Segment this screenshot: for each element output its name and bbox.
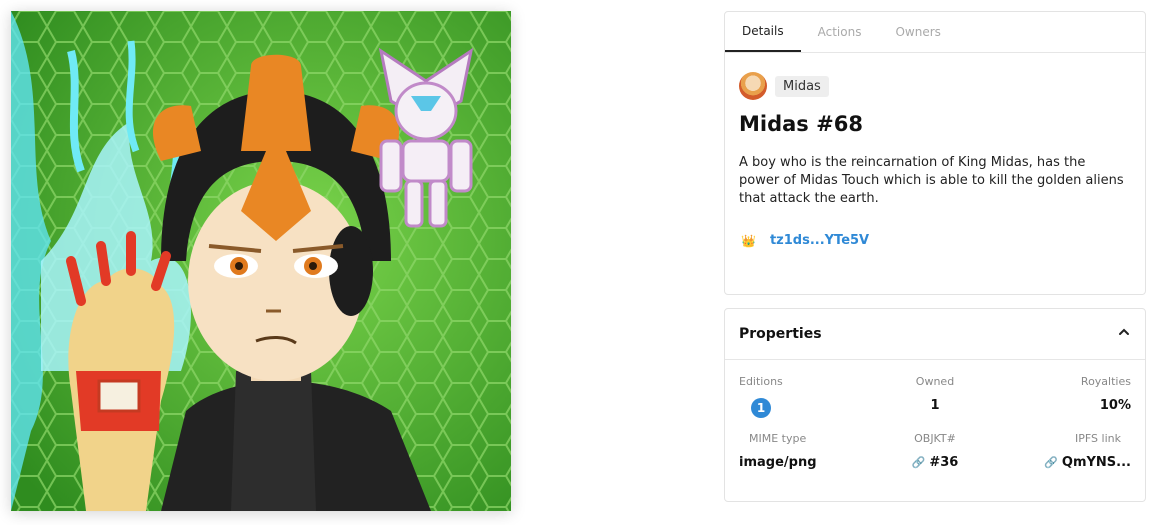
owner-address-link[interactable]: tz1ds...YTe5V (770, 233, 869, 248)
creator-avatar[interactable] (739, 72, 767, 100)
properties-title: Properties (739, 326, 822, 342)
owner: 👑 tz1ds...YTe5V (741, 233, 869, 248)
objkt-value[interactable]: #36 (929, 455, 958, 470)
royalties-cell: Royalties 10% (1002, 375, 1131, 418)
editions-value: 1 (739, 398, 868, 418)
crown-icon: 👑 (741, 233, 756, 248)
artwork-image (11, 11, 511, 511)
tab-owners[interactable]: Owners (878, 12, 957, 52)
ipfs-value[interactable]: QmYNS... (1062, 455, 1131, 470)
ipfs-link[interactable]: 🔗 QmYNS... (1002, 455, 1131, 470)
tab-bar: Details Actions Owners (725, 12, 1145, 53)
owned-cell: Owned 1 (870, 375, 999, 418)
ipfs-label: IPFS link (1075, 432, 1121, 445)
royalties-value: 10% (1099, 398, 1131, 413)
tab-actions[interactable]: Actions (801, 12, 879, 52)
royalties-label: Royalties (1080, 375, 1131, 388)
link-icon: 🔗 (911, 456, 926, 469)
properties-row: Editions 1 Owned 1 Royalties 10% (739, 375, 1131, 418)
ipfs-cell: IPFS link 🔗 QmYNS... (1002, 432, 1131, 470)
objkt-label: OBJKT# (914, 432, 956, 445)
properties-row: MIME type image/png OBJKT# 🔗 #36 IPFS lin… (739, 432, 1131, 470)
nft-artwork[interactable] (11, 11, 511, 511)
properties-header[interactable]: Properties (725, 309, 1145, 360)
editions-badge: 1 (751, 398, 771, 418)
properties-panel: Properties Editions 1 Owned 1 Royalties … (724, 308, 1146, 502)
editions-cell: Editions 1 (739, 375, 868, 418)
details-panel: Details Actions Owners Midas Midas #68 A… (724, 11, 1146, 295)
creator[interactable]: Midas (739, 72, 829, 100)
objkt-link[interactable]: 🔗 #36 (870, 455, 999, 470)
properties-grid: Editions 1 Owned 1 Royalties 10% MIME ty… (739, 375, 1131, 470)
token-title: Midas #68 (739, 112, 863, 136)
mime-value: image/png (739, 455, 817, 470)
owned-value: 1 (930, 398, 940, 413)
owned-label: Owned (915, 375, 955, 388)
creator-name[interactable]: Midas (775, 75, 829, 97)
editions-label: Editions (739, 375, 783, 388)
link-icon: 🔗 (1044, 456, 1058, 469)
token-description: A boy who is the reincarnation of King M… (739, 155, 1124, 206)
objkt-cell: OBJKT# 🔗 #36 (870, 432, 999, 470)
mime-label: MIME type (749, 432, 807, 445)
mime-cell: MIME type image/png (739, 432, 868, 470)
chevron-up-icon[interactable] (1117, 325, 1131, 343)
tab-details[interactable]: Details (725, 12, 801, 52)
